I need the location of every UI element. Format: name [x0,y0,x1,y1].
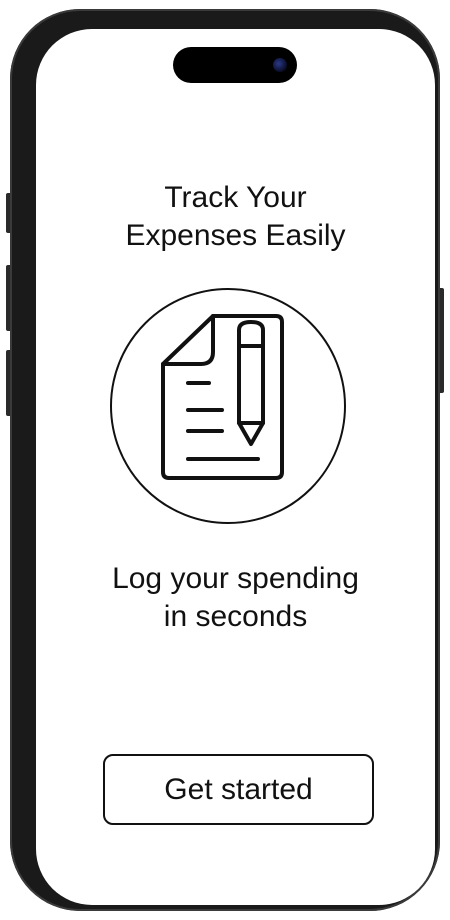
dynamic-island [173,47,297,83]
document-with-pencil-icon [161,314,284,480]
get-started-button[interactable]: Get started [103,754,374,825]
pencil-tip [237,421,265,446]
expense-illustration [110,288,346,524]
onboarding-screen: Track Your Expenses Easily Log your spen… [36,29,435,905]
front-camera-icon [273,58,287,72]
phone-frame: Track Your Expenses Easily Log your spen… [10,9,440,911]
onboarding-subline: Log your spending in seconds [112,562,359,633]
pencil-body [237,320,265,425]
device-mockup: Track Your Expenses Easily Log your spen… [0,0,450,920]
onboarding-headline: Track Your Expenses Easily [125,181,346,252]
